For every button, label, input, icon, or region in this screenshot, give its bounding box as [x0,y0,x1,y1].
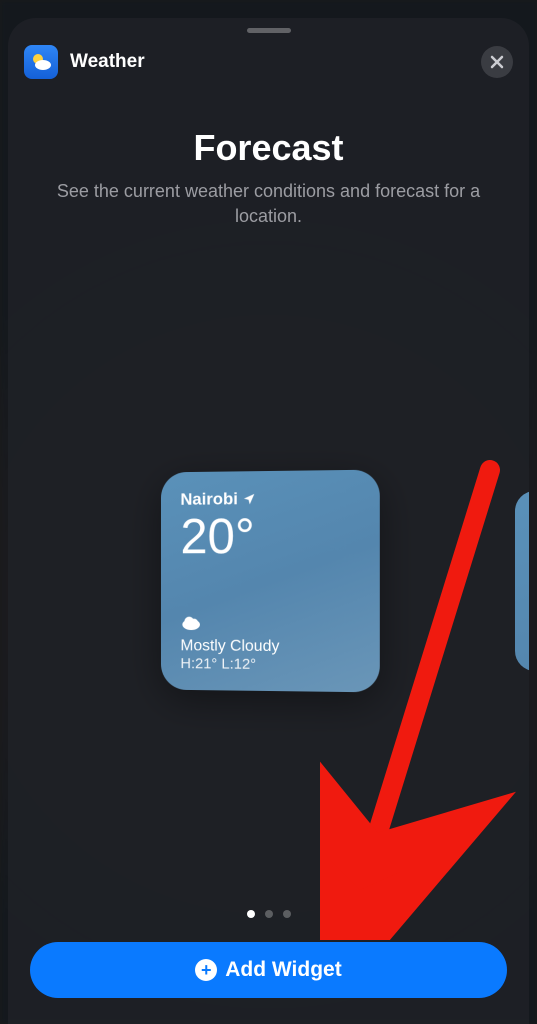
widget-preview-carousel[interactable]: Nairobi 20° Mostly Cloudy H:21° L:12° [8,269,529,892]
plus-circle-icon: + [195,959,217,981]
sun-cloud-icon [29,50,53,74]
page-dot [247,910,255,918]
widget-location-row: Nairobi [180,488,359,510]
add-widget-button[interactable]: + Add Widget [30,942,507,998]
next-widget-peek[interactable] [515,491,529,671]
add-widget-label: Add Widget [225,958,341,982]
cloud-icon [180,614,359,636]
widget-location: Nairobi [180,489,237,509]
sheet-header: Weather [8,37,529,89]
weather-app-icon [24,45,58,79]
close-button[interactable] [481,46,513,78]
page-indicator[interactable] [8,892,529,934]
app-name-label: Weather [70,51,481,73]
page-dot [265,910,273,918]
weather-widget-preview: Nairobi 20° Mostly Cloudy H:21° L:12° [160,469,379,692]
widget-subtitle: See the current weather conditions and f… [36,179,501,229]
page-dot [283,910,291,918]
widget-temperature: 20° [180,510,359,561]
sheet-grabber[interactable] [247,28,291,33]
close-icon [490,55,504,69]
widget-picker-sheet: Weather Forecast See the current weather… [8,18,529,1024]
widget-title: Forecast [36,127,501,169]
title-block: Forecast See the current weather conditi… [8,89,529,239]
widget-condition: Mostly Cloudy [180,637,359,656]
location-arrow-icon [241,492,255,506]
widget-high-low: H:21° L:12° [180,655,359,674]
